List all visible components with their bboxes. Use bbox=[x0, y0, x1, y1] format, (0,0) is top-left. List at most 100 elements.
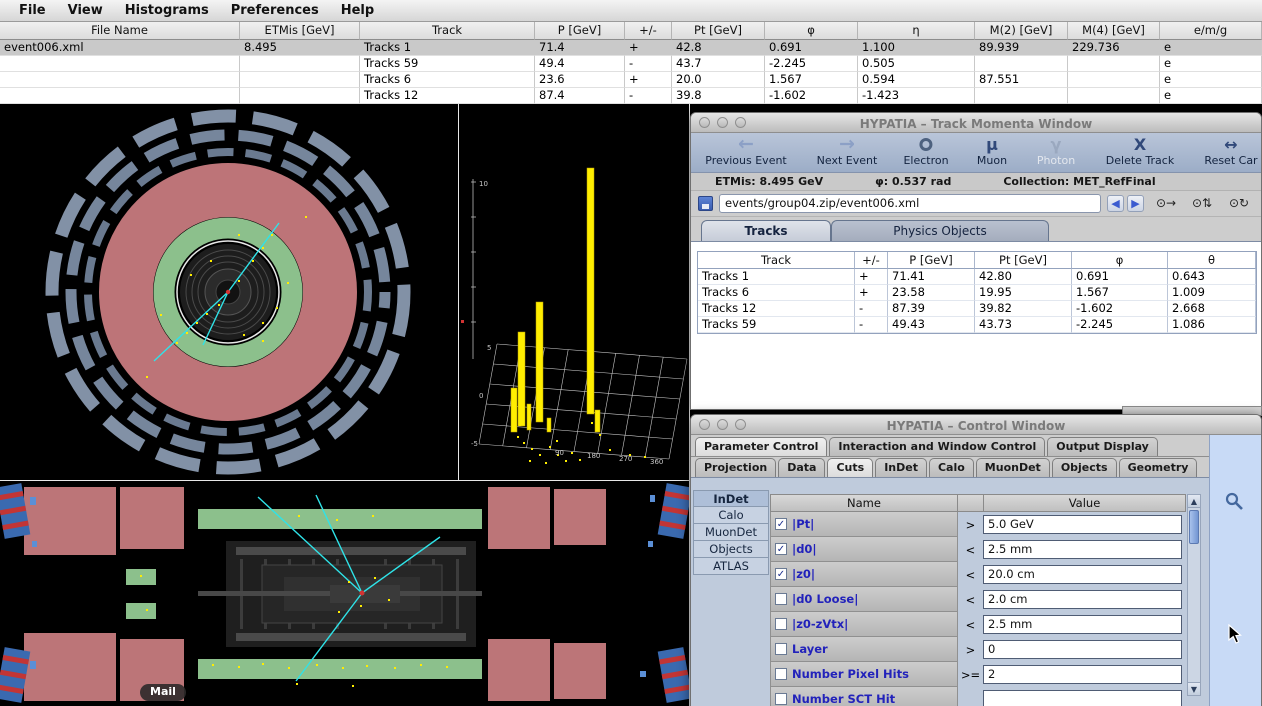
table-cell[interactable]: Tracks 1 bbox=[698, 269, 855, 285]
table-cell[interactable]: 87.39 bbox=[888, 301, 975, 317]
circle-updown-icon[interactable]: ⊙⇅ bbox=[1192, 196, 1212, 210]
table-cell[interactable]: Tracks 12 bbox=[360, 88, 535, 104]
cut-name-cell[interactable]: Number Pixel Hits bbox=[770, 662, 958, 687]
table-cell[interactable] bbox=[0, 72, 240, 88]
table-cell[interactable]: 71.4 bbox=[535, 40, 625, 56]
side-view-viewport[interactable]: Mail bbox=[0, 481, 690, 706]
column-header[interactable]: φ bbox=[1072, 252, 1168, 269]
table-cell[interactable]: - bbox=[855, 317, 888, 333]
zoom-button[interactable] bbox=[735, 419, 746, 430]
column-header[interactable]: η bbox=[858, 22, 975, 40]
mail-label[interactable]: Mail bbox=[140, 684, 186, 701]
table-cell[interactable] bbox=[1068, 88, 1160, 104]
table-cell[interactable]: e bbox=[1160, 72, 1262, 88]
table-cell[interactable]: 1.009 bbox=[1168, 285, 1256, 301]
table-cell[interactable]: 1.567 bbox=[765, 72, 858, 88]
circle-refresh-icon[interactable]: ⊙↻ bbox=[1229, 196, 1249, 210]
table-cell[interactable]: -1.602 bbox=[1072, 301, 1168, 317]
reset-camera-button[interactable]: ↔ Reset Car bbox=[1204, 135, 1257, 167]
menu-help[interactable]: Help bbox=[330, 3, 385, 18]
minimize-button[interactable] bbox=[717, 117, 728, 128]
tab-objects[interactable]: Objects bbox=[1052, 458, 1117, 477]
checkbox[interactable]: ✓ bbox=[775, 518, 787, 530]
table-cell[interactable]: - bbox=[625, 88, 672, 104]
tab-cuts[interactable]: Cuts bbox=[827, 458, 873, 477]
table-cell[interactable]: 39.8 bbox=[672, 88, 765, 104]
cuts-scrollbar[interactable]: ▲ ▼ bbox=[1187, 494, 1201, 696]
column-header[interactable]: Track bbox=[360, 22, 535, 40]
table-cell[interactable]: - bbox=[625, 56, 672, 72]
tab-geometry[interactable]: Geometry bbox=[1119, 458, 1198, 477]
column-header[interactable]: M(4) [GeV] bbox=[1068, 22, 1160, 40]
table-cell[interactable]: -2.245 bbox=[765, 56, 858, 72]
table-cell[interactable] bbox=[975, 88, 1068, 104]
disk-icon[interactable] bbox=[698, 196, 713, 211]
tab-parameter-control[interactable]: Parameter Control bbox=[695, 437, 827, 456]
table-cell[interactable]: Tracks 12 bbox=[698, 301, 855, 317]
cut-value-field[interactable]: 2.0 cm bbox=[983, 590, 1182, 609]
column-header[interactable]: P [GeV] bbox=[888, 252, 975, 269]
menu-file[interactable]: File bbox=[8, 3, 57, 18]
table-cell[interactable]: Tracks 1 bbox=[360, 40, 535, 56]
sidebar-item-indet[interactable]: InDet bbox=[693, 490, 769, 507]
cut-name-cell[interactable]: |z0-zVtx| bbox=[770, 612, 958, 637]
cut-name-cell[interactable]: ✓ |Pt| bbox=[770, 512, 958, 537]
table-cell[interactable] bbox=[0, 88, 240, 104]
checkbox[interactable] bbox=[775, 668, 787, 680]
table-cell[interactable] bbox=[240, 88, 360, 104]
sidebar-item-muondet[interactable]: MuonDet bbox=[693, 524, 769, 541]
cut-name-cell[interactable]: Layer bbox=[770, 637, 958, 662]
table-cell[interactable] bbox=[1068, 72, 1160, 88]
table-cell[interactable]: 87.4 bbox=[535, 88, 625, 104]
table-cell[interactable]: + bbox=[855, 269, 888, 285]
muon-button[interactable]: μ Muon bbox=[977, 135, 1007, 167]
table-cell[interactable]: 43.73 bbox=[975, 317, 1072, 333]
event-path-field[interactable]: events/group04.zip/event006.xml bbox=[719, 194, 1101, 213]
minimize-button[interactable] bbox=[717, 419, 728, 430]
menu-preferences[interactable]: Preferences bbox=[220, 3, 330, 18]
table-cell[interactable]: Tracks 59 bbox=[360, 56, 535, 72]
table-cell[interactable]: e bbox=[1160, 88, 1262, 104]
previous-event-button[interactable]: ← Previous Event bbox=[705, 135, 787, 167]
delete-track-button[interactable]: X Delete Track bbox=[1106, 135, 1174, 167]
table-cell[interactable] bbox=[1068, 56, 1160, 72]
menu-view[interactable]: View bbox=[57, 3, 114, 18]
next-event-button[interactable]: → Next Event bbox=[817, 135, 878, 167]
table-cell[interactable]: 0.594 bbox=[858, 72, 975, 88]
checkbox[interactable] bbox=[775, 693, 787, 705]
magnifier-icon[interactable] bbox=[1224, 491, 1246, 517]
column-header[interactable]: Track bbox=[698, 252, 855, 269]
cut-value-field[interactable] bbox=[983, 690, 1182, 706]
name-column-header[interactable]: Name bbox=[770, 494, 958, 512]
checkbox[interactable]: ✓ bbox=[775, 543, 787, 555]
table-cell[interactable]: 49.4 bbox=[535, 56, 625, 72]
table-cell[interactable]: 0.691 bbox=[1072, 269, 1168, 285]
tab-calo[interactable]: Calo bbox=[929, 458, 974, 477]
cut-name-cell[interactable]: Number SCT Hit bbox=[770, 687, 958, 706]
table-cell[interactable]: + bbox=[855, 285, 888, 301]
column-header[interactable]: ETMis [GeV] bbox=[240, 22, 360, 40]
table-cell[interactable]: 1.086 bbox=[1168, 317, 1256, 333]
tab-physics-objects[interactable]: Physics Objects bbox=[831, 220, 1049, 241]
column-header[interactable]: P [GeV] bbox=[535, 22, 625, 40]
electron-button[interactable]: Electron bbox=[903, 135, 948, 167]
table-cell[interactable]: Tracks 59 bbox=[698, 317, 855, 333]
control-titlebar[interactable]: HYPATIA – Control Window bbox=[691, 415, 1261, 435]
checkbox[interactable] bbox=[775, 643, 787, 655]
column-header[interactable]: +/- bbox=[625, 22, 672, 40]
sidebar-item-calo[interactable]: Calo bbox=[693, 507, 769, 524]
tab-projection[interactable]: Projection bbox=[695, 458, 776, 477]
table-cell[interactable]: 19.95 bbox=[975, 285, 1072, 301]
table-cell[interactable]: e bbox=[1160, 56, 1262, 72]
menu-histograms[interactable]: Histograms bbox=[114, 3, 220, 18]
column-header[interactable]: Pt [GeV] bbox=[975, 252, 1072, 269]
table-cell[interactable]: 23.58 bbox=[888, 285, 975, 301]
column-header[interactable]: φ bbox=[765, 22, 858, 40]
cut-value-field[interactable]: 0 bbox=[983, 640, 1182, 659]
close-button[interactable] bbox=[699, 419, 710, 430]
cut-name-cell[interactable]: |d0 Loose| bbox=[770, 587, 958, 612]
close-button[interactable] bbox=[699, 117, 710, 128]
table-cell[interactable]: Tracks 6 bbox=[698, 285, 855, 301]
value-column-header[interactable]: Value bbox=[983, 494, 1186, 512]
table-cell[interactable] bbox=[975, 56, 1068, 72]
